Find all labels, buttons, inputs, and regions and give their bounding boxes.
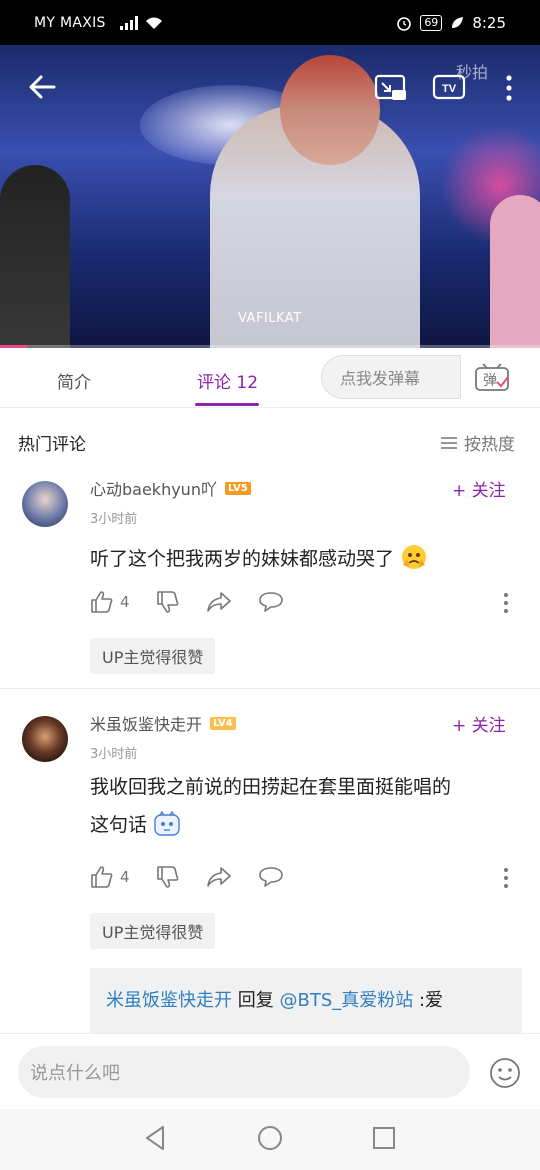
up-liked-tag: UP主觉得很赞 <box>90 913 216 949</box>
hot-comments-title: 热门评论 <box>18 435 86 455</box>
alarm-icon <box>397 16 412 31</box>
battery-indicator: 69 <box>420 14 443 31</box>
divider <box>0 688 540 689</box>
comment-input-bar: 说点什么吧 <box>0 1033 540 1109</box>
thumbs-down-icon <box>156 866 178 888</box>
reply-to-user[interactable]: @BTS_真爱粉站 <box>279 990 413 1011</box>
like-button[interactable]: 4 <box>90 865 130 889</box>
tab-active-indicator <box>195 403 259 406</box>
comment-actions: 4 <box>90 590 310 614</box>
comment-username: 心动baekhyun吖 <box>90 480 217 499</box>
dislike-button[interactable] <box>156 865 180 889</box>
share-button[interactable] <box>206 866 232 888</box>
comment-input-placeholder: 说点什么吧 <box>30 1063 120 1084</box>
more-options-icon[interactable] <box>504 73 514 103</box>
reply-verb: 回复 <box>237 990 274 1011</box>
follow-button[interactable]: + 关注 <box>452 476 506 501</box>
crying-face-emoji-icon <box>402 545 427 569</box>
danmaku-icon: 弹 <box>474 363 509 391</box>
system-nav-bar <box>0 1109 540 1170</box>
signal-icon <box>119 15 138 30</box>
video-watermark: VAFILKAT <box>238 311 302 326</box>
more-icon[interactable] <box>502 867 510 889</box>
comment-bubble-icon <box>258 867 283 887</box>
comment-username: 米虽饭鉴快走开 <box>90 715 203 734</box>
comment-username-row[interactable]: 心动baekhyun吖 LV5 <box>90 476 251 500</box>
level-badge: LV4 <box>210 716 236 730</box>
follow-button[interactable]: + 关注 <box>452 711 506 736</box>
comment-text: 听了这个把我两岁的妹妹都感动哭了 <box>90 540 520 578</box>
comment-input[interactable]: 说点什么吧 <box>18 1046 470 1098</box>
danmaku-toggle-button[interactable]: 弹 <box>460 355 522 399</box>
sort-list-icon <box>441 436 457 449</box>
svg-text:弹: 弹 <box>483 373 497 389</box>
avatar[interactable] <box>22 716 68 762</box>
share-icon <box>206 867 231 887</box>
nav-recents-icon[interactable] <box>372 1125 396 1151</box>
nav-back-icon[interactable] <box>144 1125 166 1151</box>
tab-comments[interactable]: 评论 12 <box>197 368 258 393</box>
thumbs-up-icon <box>91 866 113 888</box>
like-button[interactable]: 4 <box>90 590 130 614</box>
sort-label: 按热度 <box>464 435 515 455</box>
comment-time: 3小时前 <box>90 747 138 762</box>
share-icon <box>206 592 231 612</box>
tab-intro[interactable]: 简介 <box>57 368 91 393</box>
comment-text: 我收回我之前说的田捞起在套里面挺能唱的 这句话 <box>90 776 452 836</box>
share-button[interactable] <box>206 591 232 613</box>
nav-home-icon[interactable] <box>257 1125 283 1151</box>
carrier-name: MY MAXIS <box>34 14 106 31</box>
like-count: 4 <box>120 868 130 886</box>
wifi-icon <box>145 17 162 29</box>
reply-button[interactable] <box>258 866 284 888</box>
up-liked-tag: UP主觉得很赞 <box>90 638 216 674</box>
avatar[interactable] <box>22 481 68 527</box>
more-icon[interactable] <box>502 592 510 614</box>
comment-actions: 4 <box>90 865 310 889</box>
leaf-icon <box>452 16 464 28</box>
screen-cast-icon[interactable] <box>374 73 408 103</box>
comment-time: 3小时前 <box>90 512 138 527</box>
back-arrow-icon[interactable] <box>26 71 58 103</box>
thumbs-up-icon <box>91 591 113 613</box>
reply-from-user[interactable]: 米虽饭鉴快走开 <box>106 990 232 1011</box>
thumbs-down-icon <box>156 591 178 613</box>
comment-bubble-icon <box>258 592 283 612</box>
reply-text: :爱 <box>418 990 444 1011</box>
face-emoji-icon <box>154 810 180 836</box>
svg-text:TV: TV <box>442 83 457 95</box>
status-bar: MY MAXIS 69 8:25 <box>0 0 540 45</box>
dislike-button[interactable] <box>156 590 180 614</box>
like-count: 4 <box>120 593 130 611</box>
emoji-picker-icon[interactable] <box>488 1056 522 1090</box>
comment-username-row[interactable]: 米虽饭鉴快走开 LV4 <box>90 711 236 735</box>
danmaku-placeholder: 点我发弹幕 <box>340 369 421 388</box>
clock: 8:25 <box>472 13 506 32</box>
level-badge: LV5 <box>224 481 251 495</box>
reply-button[interactable] <box>258 591 284 613</box>
sort-button[interactable]: 按热度 <box>440 430 515 455</box>
video-player[interactable]: VAFILKAT 秒拍 TV <box>0 45 540 348</box>
tv-cast-icon[interactable]: TV <box>432 73 468 103</box>
